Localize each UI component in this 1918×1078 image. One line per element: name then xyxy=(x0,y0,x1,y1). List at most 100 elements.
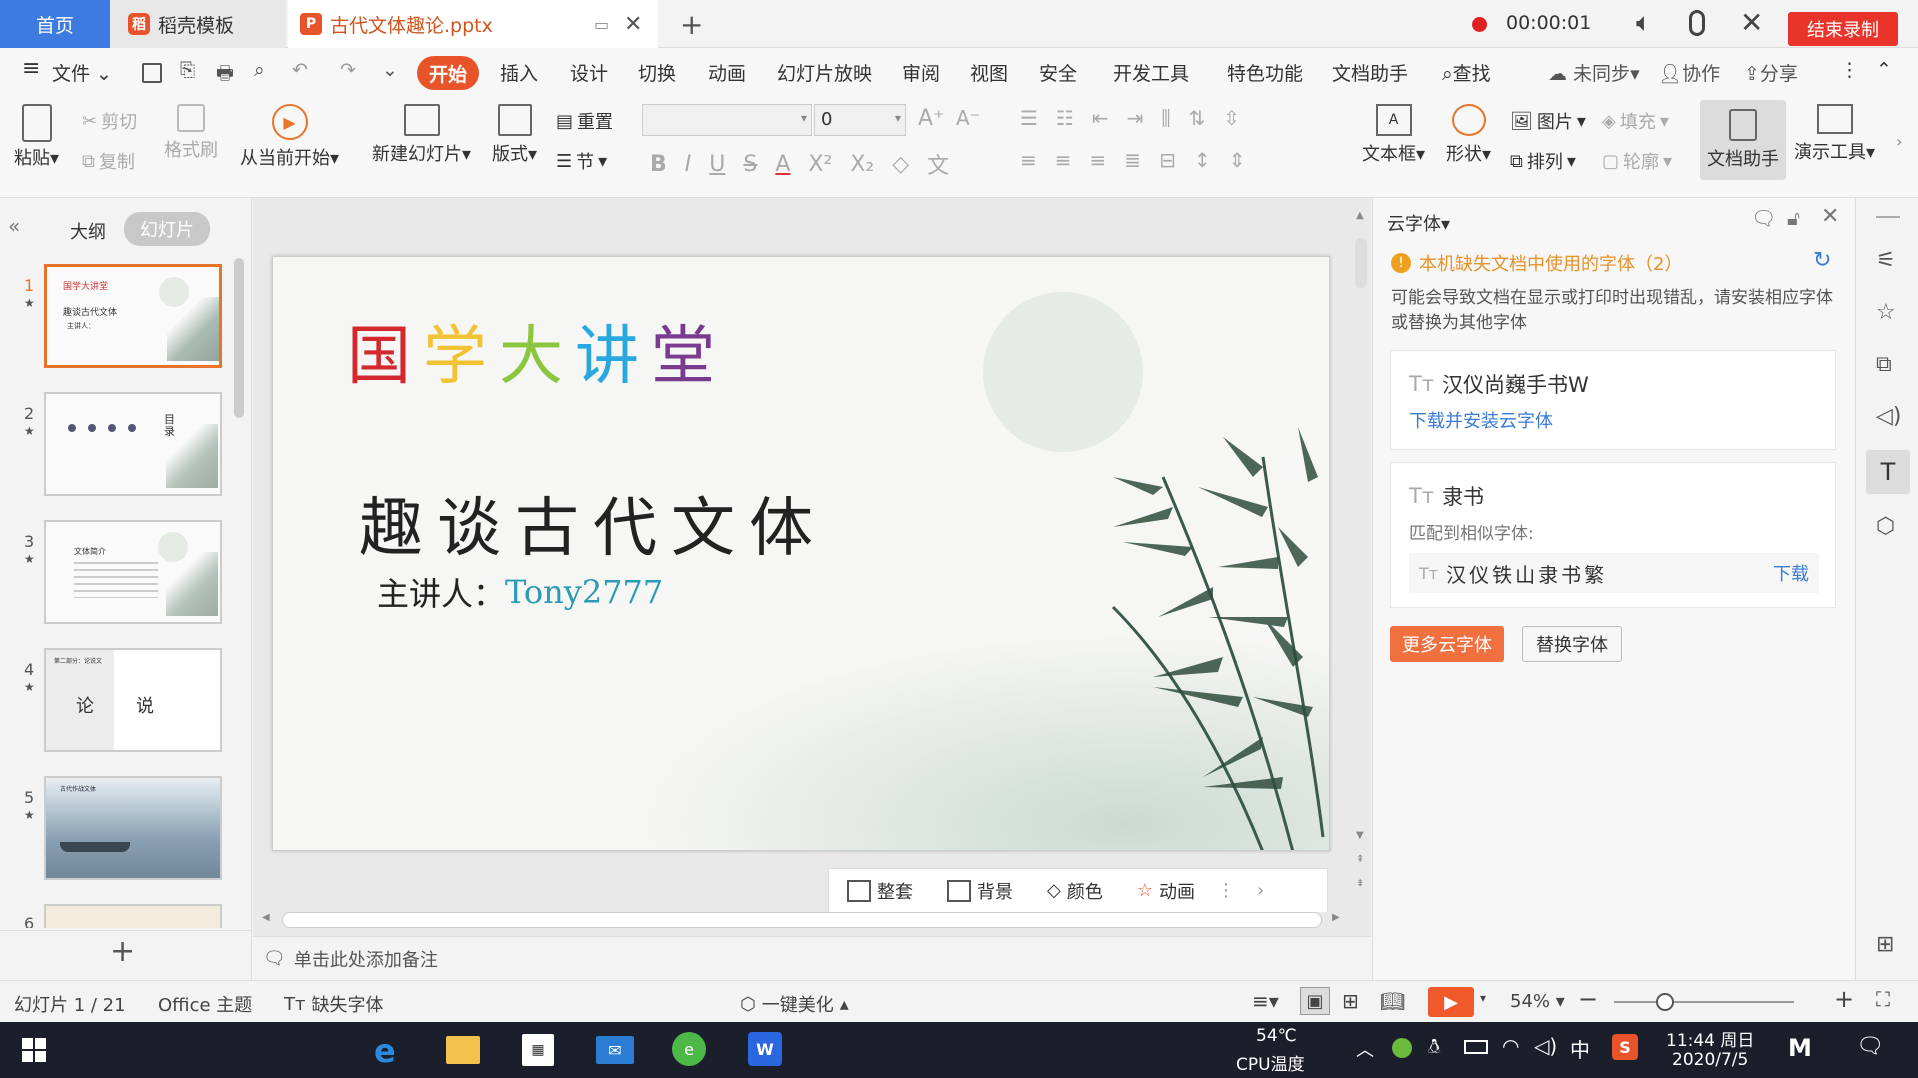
phonetic-icon[interactable]: 文 xyxy=(927,148,949,180)
play-slideshow-button[interactable]: ▶ xyxy=(1428,987,1474,1017)
fill-button[interactable]: ◈ 填充 ▾ xyxy=(1602,108,1669,134)
print-icon[interactable]: 🖶︎ xyxy=(216,59,234,91)
zoom-slider-track[interactable] xyxy=(1614,1001,1794,1003)
numbered-list-icon[interactable]: ☷ xyxy=(1056,106,1074,130)
battery-icon[interactable] xyxy=(1464,1040,1488,1054)
canvas-hscrollbar[interactable] xyxy=(282,912,1322,928)
prev-slide-icon[interactable]: ⇞ xyxy=(1356,854,1364,865)
eraser-icon[interactable]: ◇ xyxy=(892,152,909,177)
speaker-icon[interactable]: 🔈︎ xyxy=(1636,8,1652,39)
animation-button[interactable]: ☆ 动画 xyxy=(1137,878,1195,904)
italic-icon[interactable]: I xyxy=(685,152,692,177)
customize-icon[interactable]: ⌄ xyxy=(382,59,398,81)
close-recording-icon[interactable]: ✕ xyxy=(1740,6,1763,39)
microphone-icon[interactable] xyxy=(1689,10,1705,36)
refresh-icon[interactable]: ↻ xyxy=(1813,248,1831,273)
bold-icon[interactable]: B xyxy=(650,152,667,177)
panel-title[interactable]: 云字体▾ xyxy=(1387,210,1450,236)
fit-window-icon[interactable]: ⛶ xyxy=(1876,987,1890,1011)
window-restore-icon[interactable]: ▭ xyxy=(594,15,609,34)
browser-icon[interactable]: e xyxy=(672,1032,706,1066)
volume-tray-icon[interactable]: ◁) xyxy=(1534,1034,1557,1058)
distribute-icon[interactable]: ⊟ xyxy=(1159,148,1176,172)
tab-template[interactable]: 稻 稻壳模板 xyxy=(110,0,286,48)
menu-special[interactable]: 特色功能 xyxy=(1227,59,1303,86)
picture-button[interactable]: 🖼︎ 图片 ▾ xyxy=(1510,108,1586,134)
hamburger-icon[interactable]: ≡ xyxy=(22,56,40,81)
format-painter-button[interactable]: 格式刷 xyxy=(164,104,218,162)
redo-icon[interactable]: ↷ xyxy=(340,59,356,81)
slide-thumbnail-6[interactable] xyxy=(44,904,222,928)
decrease-font-icon[interactable]: A⁻ xyxy=(956,106,980,130)
store-icon[interactable]: ▦ xyxy=(522,1034,554,1066)
paragraph-spacing-icon[interactable]: ⇕ xyxy=(1229,148,1246,172)
collapse-ribbon-icon[interactable]: ⌃ xyxy=(1876,59,1892,81)
decrease-indent-icon[interactable]: ⇤ xyxy=(1092,106,1109,130)
copy-button[interactable]: ⧉ 复制 xyxy=(82,148,135,174)
scroll-left-icon[interactable]: ◀ xyxy=(262,912,270,923)
play-from-current-button[interactable]: ▶ 从当前开始▾ xyxy=(240,104,339,170)
settings-sliders-icon[interactable]: ⚟ xyxy=(1876,248,1896,273)
menu-doc-assistant[interactable]: 文档助手 xyxy=(1332,59,1408,86)
font-size-select[interactable]: 0 ▾ xyxy=(814,104,906,136)
tab-close-icon[interactable]: ✕ xyxy=(624,12,642,37)
notification-icon[interactable]: 🗨︎ xyxy=(1856,1034,1884,1059)
grid-apps-icon[interactable]: ⊞ xyxy=(1876,932,1894,957)
new-tab-icon[interactable]: + xyxy=(680,8,703,41)
color-button[interactable]: ◇ 颜色 xyxy=(1047,878,1103,904)
text-font-icon[interactable]: T xyxy=(1866,450,1910,494)
missing-font-status[interactable]: Tт 缺失字体 xyxy=(284,991,383,1017)
close-panel-icon[interactable]: ✕ xyxy=(1821,204,1839,229)
paste-button[interactable]: 粘贴▾ xyxy=(14,104,59,170)
slide-thumbnail-5[interactable]: 古代作战文体 xyxy=(44,776,222,880)
notes-area[interactable]: 🗨︎ 单击此处添加备注 xyxy=(253,936,1371,980)
menu-security[interactable]: 安全 xyxy=(1039,59,1077,86)
notes-toggle-icon[interactable]: ≡▾ xyxy=(1252,989,1279,1013)
zoom-level[interactable]: 54% ▾ xyxy=(1510,991,1565,1012)
matched-font-row[interactable]: Tт 汉仪铁山隶书繁 下载 xyxy=(1409,553,1819,593)
slide-subtitle[interactable]: 趣谈古代文体 xyxy=(359,477,827,569)
volume-icon[interactable]: ◁) xyxy=(1876,404,1902,429)
section-button[interactable]: ☰ 节 ▾ xyxy=(556,148,607,174)
ribbon-scroll-right-icon[interactable]: › xyxy=(1896,132,1902,151)
subscript-icon[interactable]: X₂ xyxy=(850,152,874,177)
menu-slideshow[interactable]: 幻灯片放映 xyxy=(777,59,872,86)
beautify-button[interactable]: ⬡ 一键美化 ▴ xyxy=(740,991,849,1017)
ime-indicator[interactable]: 中 xyxy=(1570,1034,1590,1063)
menu-collab[interactable]: 👤︎协作 xyxy=(1658,59,1720,86)
windows-start-icon[interactable] xyxy=(22,1038,46,1062)
textbox-button[interactable]: A 文本框▾ xyxy=(1362,104,1425,166)
cut-button[interactable]: ✂ 剪切 xyxy=(82,108,137,134)
menu-developer[interactable]: 开发工具 xyxy=(1113,59,1189,86)
thumb-scrollbar[interactable] xyxy=(234,258,244,418)
slide-title[interactable]: 国 学 大 讲 堂 xyxy=(347,305,715,397)
more-cloud-fonts-button[interactable]: 更多云字体 xyxy=(1390,626,1504,662)
zoom-out-icon[interactable]: − xyxy=(1578,985,1598,1013)
sogou-icon[interactable]: S xyxy=(1612,1034,1638,1060)
font-name-select[interactable]: ▾ xyxy=(642,104,812,136)
slide-thumbnail-4[interactable]: 第二部分：论说文 论 说 xyxy=(44,648,222,752)
increase-indent-icon[interactable]: ⇥ xyxy=(1127,106,1144,130)
arrange-button[interactable]: ⧉ 排列 ▾ xyxy=(1510,148,1576,174)
doc-assistant-button[interactable]: 文档助手 xyxy=(1700,100,1786,180)
wps-icon[interactable]: W xyxy=(748,1032,782,1066)
increase-font-icon[interactable]: A⁺ xyxy=(918,106,945,131)
rearrange-button[interactable]: 整套 xyxy=(847,878,913,904)
reset-button[interactable]: ▤ 重置 xyxy=(556,108,613,134)
tab-document[interactable]: P 古代文体趣论.pptx ▭ ✕ xyxy=(288,0,658,48)
text-direction-icon[interactable]: ⇅ xyxy=(1189,106,1206,130)
tray-m-icon[interactable]: M xyxy=(1788,1034,1812,1062)
background-button[interactable]: 背景 xyxy=(947,878,1013,904)
scroll-down-icon[interactable]: ▼ xyxy=(1356,830,1364,841)
outline-button[interactable]: ▢ 轮廓 ▾ xyxy=(1602,148,1672,174)
undo-icon[interactable]: ↶ xyxy=(292,59,308,81)
shape-button[interactable]: 形状▾ xyxy=(1446,104,1491,166)
strikethrough-icon[interactable]: S xyxy=(743,152,757,177)
collapse-panel-icon[interactable]: « xyxy=(8,214,20,238)
tab-home[interactable]: 首页 xyxy=(0,0,110,48)
toolbar-more-icon[interactable]: ⋮ xyxy=(1217,880,1235,901)
install-cloud-font-link[interactable]: 下载并安装云字体 xyxy=(1409,407,1553,433)
feedback-icon[interactable]: 🗨︎ xyxy=(1751,206,1776,230)
add-slide-icon[interactable]: + xyxy=(110,934,135,969)
menu-view[interactable]: 视图 xyxy=(970,59,1008,86)
